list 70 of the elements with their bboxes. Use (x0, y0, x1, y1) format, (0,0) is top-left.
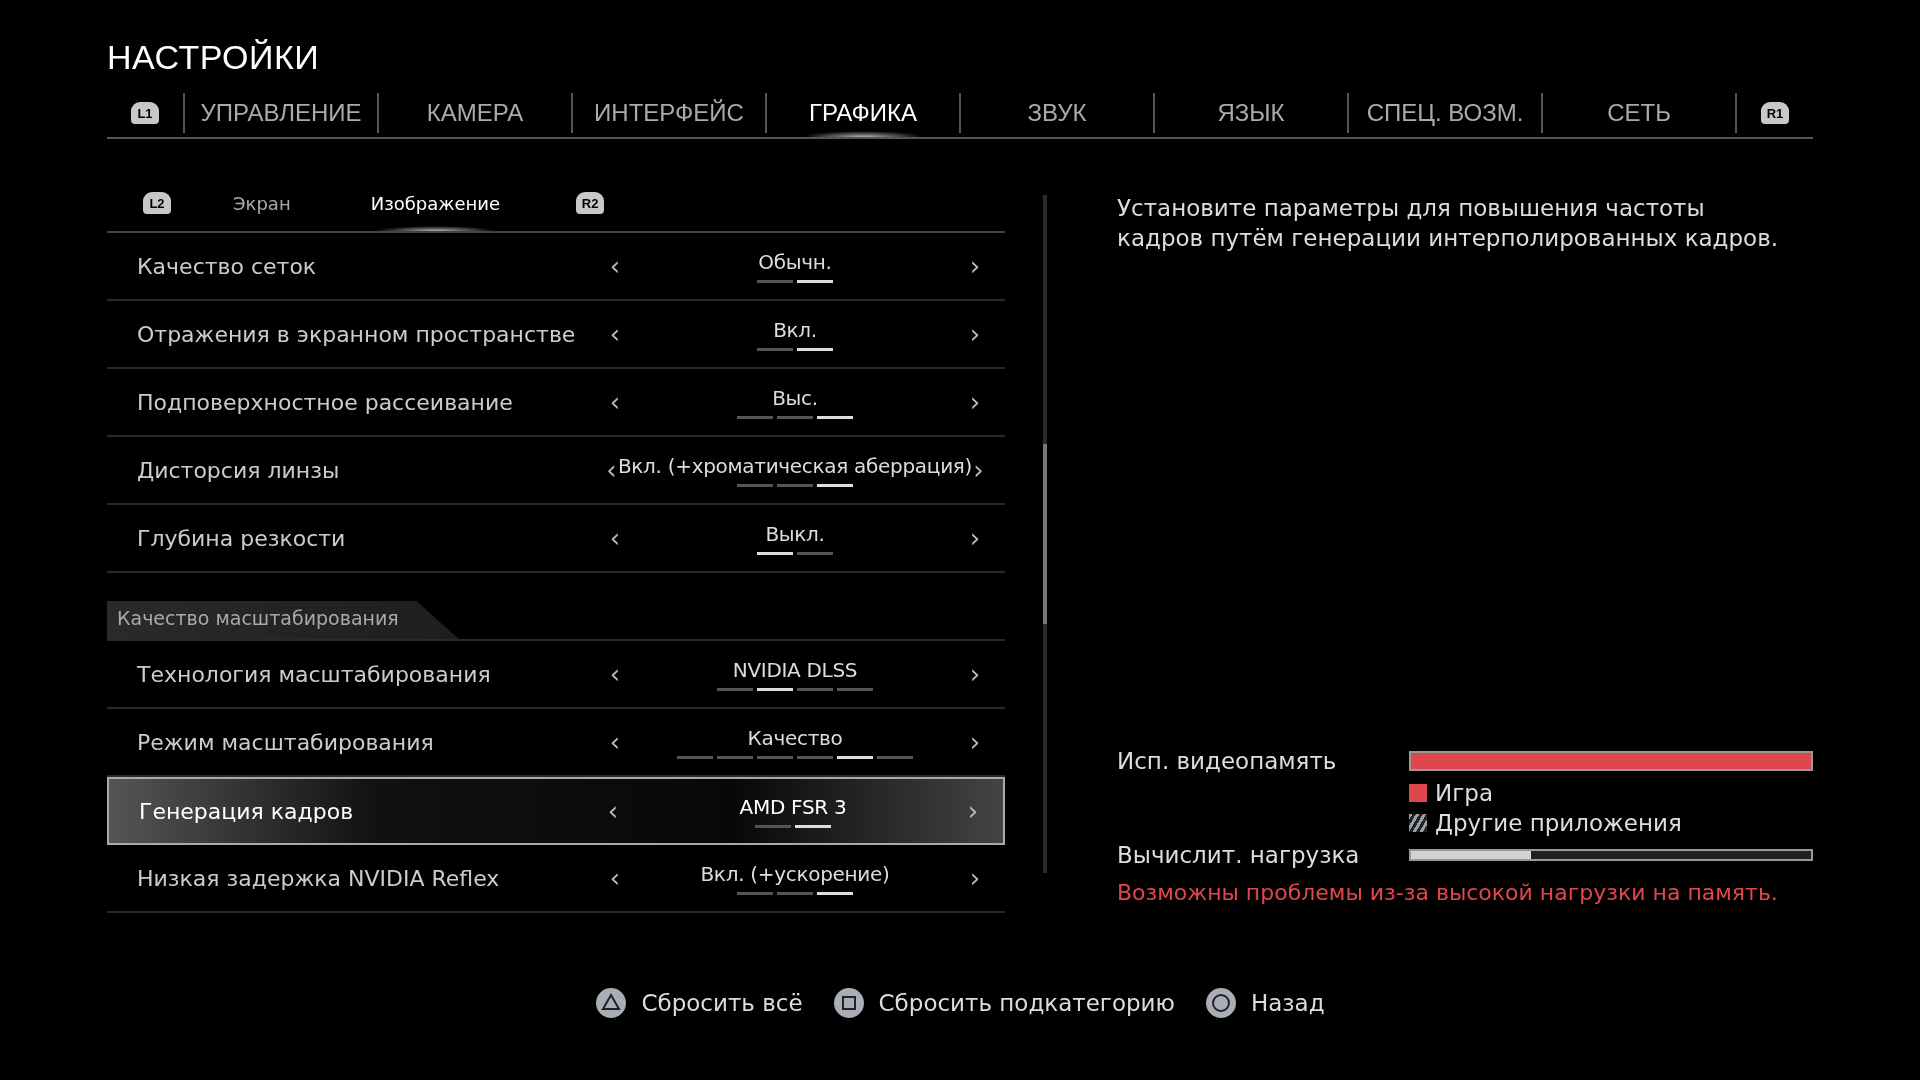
category-tab[interactable]: УПРАВЛЕНИЕ (185, 89, 377, 137)
next-arrow[interactable]: › (963, 796, 983, 826)
section-header: Качество масштабирования (107, 601, 459, 639)
setting-label: Дисторсия линзы (137, 457, 341, 483)
setting-value: Качество (747, 725, 843, 750)
compute-label: Вычислит. нагрузка (1117, 842, 1361, 868)
previous-arrow[interactable]: ‹ (605, 523, 625, 553)
next-arrow[interactable]: › (965, 863, 985, 893)
setting-value: NVIDIA DLSS (732, 657, 858, 682)
footer-button[interactable]: Сбросить подкатегорию (832, 987, 1175, 1019)
scrollbar[interactable] (1043, 195, 1047, 873)
square-button-icon (832, 987, 865, 1019)
setting-value: Вкл. (+хроматическая аберрация) (617, 453, 973, 478)
setting-value: AMD FSR 3 (739, 794, 847, 819)
previous-arrow[interactable]: ‹ (605, 659, 625, 689)
setting-description: Установите параметры для повышения частоты кадров путём генерации интерполированных кадров. (1117, 194, 1780, 253)
next-arrow[interactable]: › (965, 251, 985, 281)
setting-label: Низкая задержка NVIDIA Reflex (137, 865, 501, 891)
legend-label: Другие приложения (1435, 810, 1682, 836)
r1-button-icon[interactable]: R1 (1761, 102, 1789, 124)
triangle-button-icon (595, 987, 628, 1019)
previous-arrow[interactable]: ‹ (605, 387, 625, 417)
next-arrow[interactable]: › (972, 455, 985, 485)
category-tab[interactable]: СЕТЬ (1543, 89, 1735, 137)
setting-value: Выс. (772, 385, 818, 410)
setting-row[interactable]: Генерация кадров ‹ AMD FSR 3 › (107, 777, 1005, 845)
category-tab[interactable]: ЗВУК (961, 89, 1153, 137)
setting-row[interactable]: Качество сеток ‹ Обычн. › (107, 233, 1005, 301)
next-arrow[interactable]: › (965, 319, 985, 349)
previous-arrow[interactable]: ‹ (605, 455, 618, 485)
l1-button-icon[interactable]: L1 (131, 102, 159, 124)
setting-row[interactable]: Отражения в экранном пространстве ‹ Вкл. › (107, 301, 1005, 369)
setting-label: Качество сеток (137, 253, 318, 279)
warning-text: Возможны проблемы из-за высокой нагрузки на память. (1117, 880, 1779, 905)
setting-label: Отражения в экранном пространстве (137, 321, 577, 347)
previous-arrow[interactable]: ‹ (605, 319, 625, 349)
setting-value: Вкл. (+ускорение) (700, 861, 890, 886)
legend-label: Игра (1435, 780, 1493, 806)
setting-value: Вкл. (773, 317, 817, 342)
category-tab[interactable]: СПЕЦ. ВОЗМ. (1349, 89, 1541, 137)
r2-button-icon[interactable]: R2 (576, 192, 605, 214)
previous-arrow[interactable]: ‹ (605, 727, 625, 757)
footer-button[interactable]: Назад (1204, 987, 1325, 1019)
setting-row[interactable]: Глубина резкости ‹ Выкл. › (107, 505, 1005, 573)
category-tab[interactable]: ЯЗЫК (1155, 89, 1347, 137)
setting-label: Генерация кадров (139, 798, 355, 824)
setting-row[interactable]: Технология масштабирования ‹ NVIDIA DLSS › (107, 641, 1005, 709)
footer-button[interactable]: Сбросить всё (595, 987, 803, 1019)
setting-row[interactable]: Низкая задержка NVIDIA Reflex ‹ Вкл. (+ускорение) › (107, 845, 1005, 913)
setting-value: Обычн. (758, 249, 832, 274)
next-arrow[interactable]: › (965, 659, 985, 689)
previous-arrow[interactable]: ‹ (605, 251, 625, 281)
setting-value: Выкл. (765, 521, 825, 546)
previous-arrow[interactable]: ‹ (605, 863, 625, 893)
setting-label: Режим масштабирования (137, 729, 435, 755)
setting-label: Технология масштабирования (137, 661, 492, 687)
next-arrow[interactable]: › (965, 727, 985, 757)
vram-label: Исп. видеопамять (1117, 748, 1338, 774)
next-arrow[interactable]: › (965, 387, 985, 417)
next-arrow[interactable]: › (965, 523, 985, 553)
l2-button-icon[interactable]: L2 (143, 192, 171, 214)
settings-title: НАСТРОЙКИ (107, 38, 321, 77)
category-tab[interactable]: ИНТЕРФЕЙС (573, 89, 765, 137)
setting-label: Подповерхностное рассеивание (137, 389, 514, 415)
previous-arrow[interactable]: ‹ (603, 796, 623, 826)
category-tab[interactable]: КАМЕРА (379, 89, 571, 137)
circle-button-icon (1204, 987, 1237, 1019)
subcategory-tab[interactable]: Экран (193, 175, 331, 231)
setting-row[interactable]: Подповерхностное рассеивание ‹ Выс. › (107, 369, 1005, 437)
setting-label: Глубина резкости (137, 525, 347, 551)
